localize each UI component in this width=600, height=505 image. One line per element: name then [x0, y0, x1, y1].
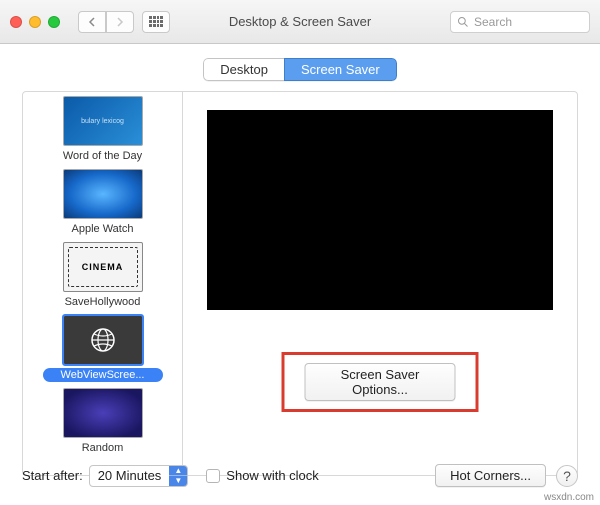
- list-item[interactable]: CINEMA SaveHollywood: [31, 242, 174, 309]
- back-button[interactable]: [78, 11, 106, 33]
- thumbnail-savehollywood: CINEMA: [63, 242, 143, 292]
- stepper-icon: ▲▼: [169, 466, 187, 486]
- show-with-clock-checkbox[interactable]: [206, 469, 220, 483]
- window-controls: [10, 16, 60, 28]
- tab-desktop[interactable]: Desktop: [203, 58, 284, 81]
- tab-segment: Desktop Screen Saver: [203, 58, 396, 81]
- nav-buttons: [78, 11, 134, 33]
- list-item-label: Word of the Day: [43, 149, 163, 163]
- help-button[interactable]: ?: [556, 465, 578, 487]
- preview-screen: [207, 110, 553, 310]
- list-item[interactable]: Random: [31, 388, 174, 455]
- list-item-label: WebViewScree...: [43, 368, 163, 382]
- footer-row: Start after: 20 Minutes ▲▼ Show with clo…: [22, 464, 578, 487]
- thumbnail-random: [63, 388, 143, 438]
- start-after-label: Start after:: [22, 468, 83, 483]
- hot-corners-button[interactable]: Hot Corners...: [435, 464, 546, 487]
- preview-pane: Screen Saver Options...: [183, 92, 577, 475]
- highlight-box: Screen Saver Options...: [282, 352, 479, 412]
- list-item[interactable]: bulary lexicog Word of the Day: [31, 96, 174, 163]
- globe-icon: [89, 326, 117, 354]
- forward-button[interactable]: [106, 11, 134, 33]
- list-item[interactable]: WebViewScree...: [31, 315, 174, 382]
- show-with-clock-label: Show with clock: [226, 468, 318, 483]
- main-panel: bulary lexicog Word of the Day Apple Wat…: [22, 91, 578, 476]
- thumbnail-apple-watch: [63, 169, 143, 219]
- start-after-value: 20 Minutes: [90, 468, 170, 483]
- search-input[interactable]: Search: [450, 11, 590, 33]
- search-placeholder: Search: [474, 15, 512, 29]
- thumbnail-webview: [63, 315, 143, 365]
- start-after-select[interactable]: 20 Minutes ▲▼: [89, 465, 189, 487]
- tab-screen-saver[interactable]: Screen Saver: [284, 58, 397, 81]
- watermark: wsxdn.com: [544, 492, 594, 503]
- list-item-label: SaveHollywood: [43, 295, 163, 309]
- close-icon[interactable]: [10, 16, 22, 28]
- show-all-button[interactable]: [142, 11, 170, 33]
- minimize-icon[interactable]: [29, 16, 41, 28]
- screen-saver-options-button[interactable]: Screen Saver Options...: [305, 363, 456, 401]
- screensaver-list[interactable]: bulary lexicog Word of the Day Apple Wat…: [23, 92, 183, 475]
- search-icon: [457, 16, 469, 28]
- list-item[interactable]: Apple Watch: [31, 169, 174, 236]
- thumbnail-word-of-the-day: bulary lexicog: [63, 96, 143, 146]
- list-item-label: Random: [43, 441, 163, 455]
- titlebar: Desktop & Screen Saver Search: [0, 0, 600, 44]
- list-item-label: Apple Watch: [43, 222, 163, 236]
- zoom-icon[interactable]: [48, 16, 60, 28]
- tab-row: Desktop Screen Saver: [0, 58, 600, 81]
